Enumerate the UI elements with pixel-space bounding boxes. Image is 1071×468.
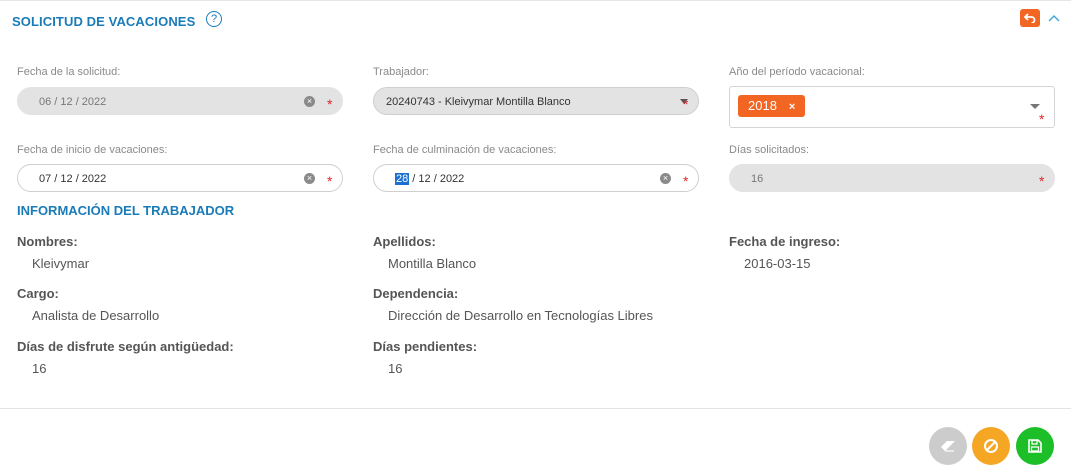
dias-disfrute-value: 16 (32, 361, 47, 376)
nombres-label: Nombres: (17, 234, 78, 249)
chevron-down-icon (1030, 104, 1040, 109)
footer-divider (0, 408, 1071, 409)
chevron-up-icon (1048, 15, 1060, 22)
save-icon (1028, 439, 1042, 453)
fecha-inicio-field[interactable]: 07 / 12 / 2022 × * (17, 164, 343, 192)
clear-icon[interactable]: × (304, 173, 315, 184)
undo-button[interactable] (1020, 9, 1040, 27)
cargo-value: Analista de Desarrollo (32, 308, 160, 323)
required-mark: * (683, 96, 689, 112)
top-border (0, 0, 1071, 1)
fecha-solicitud-field[interactable]: 06 / 12 / 2022 × * (17, 87, 343, 115)
selected-day: 28 (395, 173, 410, 185)
apellidos-value: Montilla Blanco (388, 256, 477, 271)
undo-icon (1024, 13, 1036, 23)
dias-solicitados-field: 16 * (729, 164, 1055, 192)
required-mark: * (1039, 173, 1045, 189)
tag-2018: 2018 × (738, 95, 806, 117)
tag-label: 2018 (748, 98, 777, 113)
dias-pendientes-value: 16 (388, 361, 403, 376)
section-title: INFORMACIÓN DEL TRABAJADOR (17, 203, 235, 218)
trabajador-label: Trabajador: (373, 66, 429, 78)
required-mark: * (327, 173, 333, 189)
fecha-solicitud-value: 06 / 12 / 2022 (39, 96, 107, 108)
required-mark: * (327, 96, 333, 112)
trabajador-select[interactable]: 20240743 - Kleivymar Montilla Blanco * (373, 87, 699, 115)
fecha-culminacion-field[interactable]: 28 / 12 / 2022 × * (373, 164, 699, 192)
required-mark: * (1039, 111, 1045, 127)
dias-solicitados-label: Días solicitados: (729, 144, 810, 156)
dias-pendientes-label: Días pendientes: (373, 339, 478, 354)
cancel-button[interactable] (972, 427, 1010, 465)
required-mark: * (683, 173, 689, 189)
dependencia-value: Dirección de Desarrollo en Tecnologías L… (388, 308, 653, 323)
ban-icon (984, 439, 998, 453)
apellidos-label: Apellidos: (373, 234, 436, 249)
nombres-value: Kleivymar (32, 256, 90, 271)
fecha-culminacion-rest: / 12 / 2022 (409, 173, 465, 185)
fecha-culminacion-value: 28 / 12 / 2022 (395, 173, 464, 185)
clear-icon[interactable]: × (304, 96, 315, 107)
clear-icon[interactable]: × (660, 173, 671, 184)
tag-remove-icon[interactable]: × (789, 101, 795, 113)
fecha-inicio-value: 07 / 12 / 2022 (39, 173, 107, 185)
cargo-label: Cargo: (17, 286, 59, 301)
fecha-ingreso-label: Fecha de ingreso: (729, 234, 841, 249)
dependencia-label: Dependencia: (373, 286, 459, 301)
dias-disfrute-label: Días de disfrute según antigüedad: (17, 339, 234, 354)
fecha-culminacion-label: Fecha de culminación de vacaciones: (373, 144, 557, 156)
fecha-inicio-label: Fecha de inicio de vacaciones: (17, 144, 168, 156)
collapse-button[interactable] (1047, 11, 1061, 25)
page-title: SOLICITUD DE VACACIONES (12, 14, 196, 29)
clear-form-button[interactable] (929, 427, 967, 465)
anio-periodo-select[interactable]: 2018 × * (729, 86, 1055, 128)
dias-solicitados-value: 16 (751, 173, 764, 185)
anio-periodo-label: Año del período vacacional: (729, 66, 865, 78)
eraser-icon (941, 441, 955, 452)
fecha-solicitud-label: Fecha de la solicitud: (17, 66, 121, 78)
trabajador-value: 20240743 - Kleivymar Montilla Blanco (386, 96, 571, 108)
help-icon[interactable]: ? (206, 11, 222, 27)
save-button[interactable] (1016, 427, 1054, 465)
fecha-ingreso-value: 2016-03-15 (744, 256, 811, 271)
